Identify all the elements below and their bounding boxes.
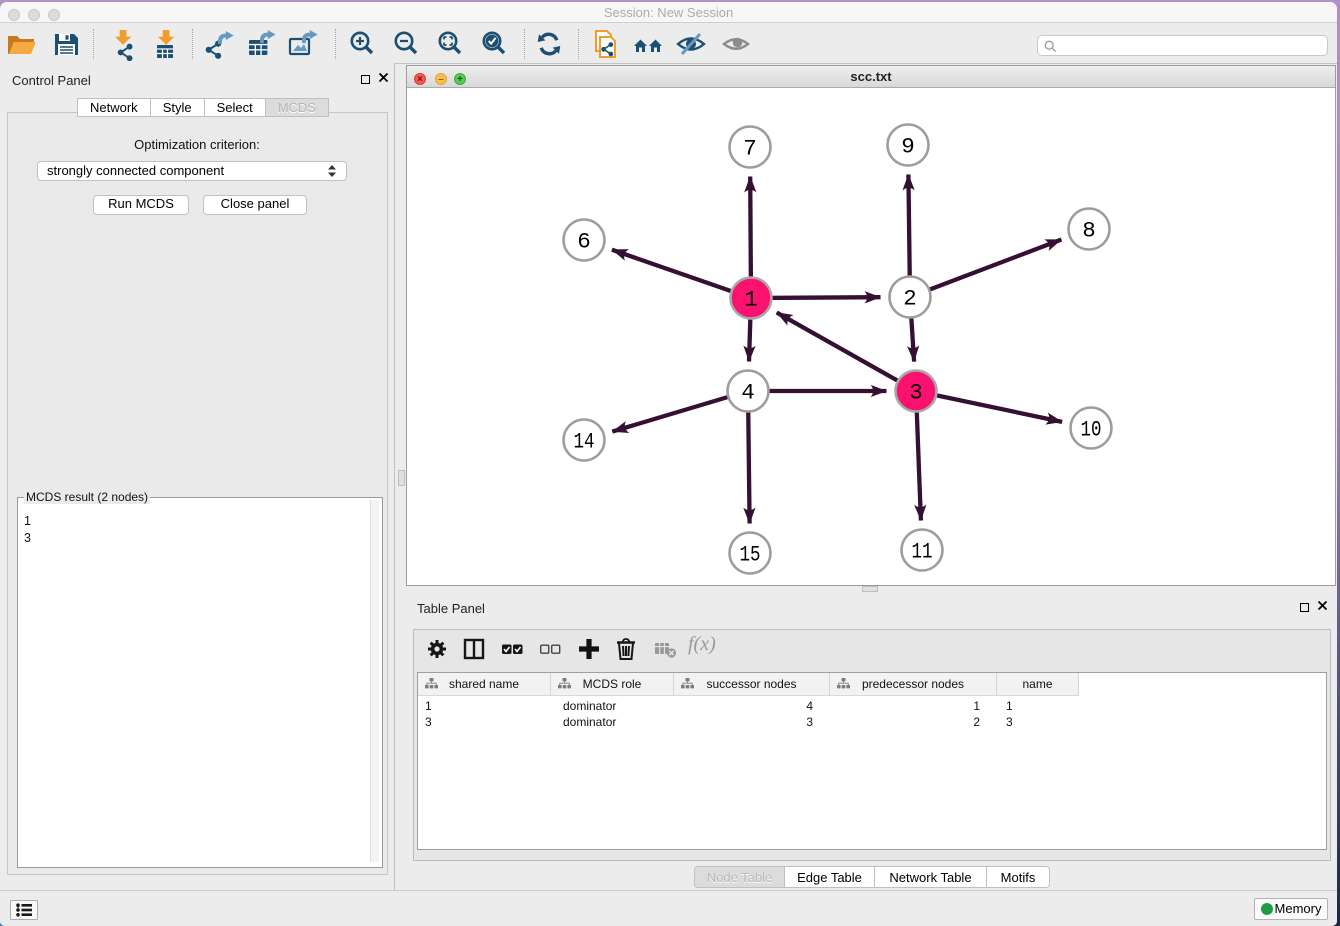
- svg-text:6: 6: [577, 229, 591, 255]
- svg-text:14: 14: [574, 429, 595, 455]
- svg-text:7: 7: [743, 136, 757, 162]
- svg-text:9: 9: [901, 134, 915, 160]
- svg-text:11: 11: [912, 539, 933, 565]
- svg-text:1: 1: [744, 287, 758, 313]
- svg-text:15: 15: [740, 542, 761, 568]
- svg-text:8: 8: [1082, 218, 1096, 244]
- svg-text:4: 4: [741, 380, 755, 406]
- svg-text:10: 10: [1081, 417, 1102, 443]
- svg-text:3: 3: [909, 380, 923, 406]
- svg-text:2: 2: [903, 286, 917, 312]
